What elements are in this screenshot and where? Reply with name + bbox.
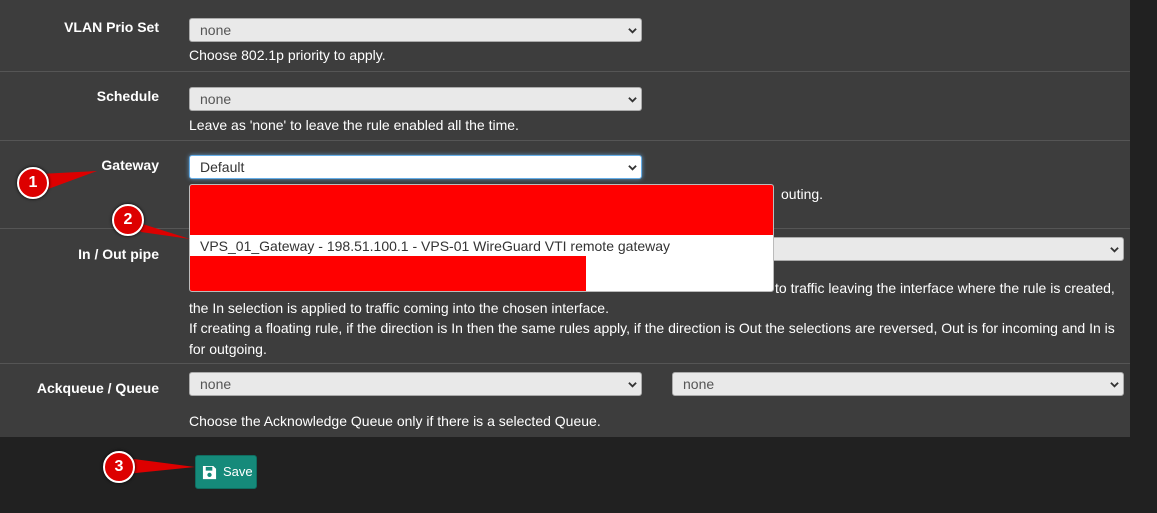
arrow-three: [126, 458, 195, 474]
callout-two: 2: [112, 204, 144, 236]
vlan-prio-row: VLAN Prio Set none Choose 802.1p priorit…: [0, 0, 1130, 72]
pipe-help-line4: for outgoing.: [189, 341, 267, 357]
vlan-prio-label: VLAN Prio Set: [64, 19, 159, 35]
floppy-disk-icon: [202, 465, 217, 480]
pipe-label: In / Out pipe: [78, 246, 159, 262]
ackqueue-value: none: [200, 376, 232, 392]
vlan-prio-help: Choose 802.1p priority to apply.: [189, 47, 386, 63]
schedule-select[interactable]: none: [189, 87, 642, 111]
save-button-label: Save: [223, 464, 253, 479]
chevron-down-icon: [628, 28, 637, 34]
schedule-value: none: [200, 91, 232, 107]
gateway-help: outing.: [781, 186, 824, 202]
ackqueue-help: Choose the Acknowledge Queue only if the…: [189, 413, 601, 429]
chevron-down-icon: [1110, 247, 1119, 253]
redacted-option[interactable]: [190, 256, 586, 291]
save-button[interactable]: Save: [195, 455, 257, 489]
schedule-help: Leave as 'none' to leave the rule enable…: [189, 117, 519, 133]
vlan-prio-value: none: [200, 22, 232, 38]
pipe-help-line3: If creating a floating rule, if the dire…: [189, 320, 1115, 336]
gateway-option-vps01[interactable]: VPS_01_Gateway - 198.51.100.1 - VPS-01 W…: [200, 238, 670, 254]
callout-one: 1: [17, 167, 49, 199]
pipe-help-line2: the In selection is applied to traffic c…: [189, 300, 609, 316]
ackqueue-select[interactable]: none: [189, 372, 642, 396]
chevron-down-icon: [628, 165, 637, 171]
gateway-label: Gateway: [101, 157, 159, 173]
ackqueue-row: Ackqueue / Queue none none Choose the Ac…: [0, 364, 1130, 437]
chevron-down-icon: [628, 97, 637, 103]
gateway-select[interactable]: Default: [189, 155, 642, 179]
queue-select[interactable]: none: [672, 372, 1124, 396]
gateway-dropdown-list: VPS_01_Gateway - 198.51.100.1 - VPS-01 W…: [189, 184, 774, 292]
gateway-value: Default: [200, 159, 245, 175]
callout-three: 3: [103, 451, 135, 483]
redacted-option[interactable]: [190, 185, 773, 235]
chevron-down-icon: [628, 382, 637, 388]
chevron-down-icon: [1110, 382, 1119, 388]
schedule-label: Schedule: [96, 88, 159, 104]
pipe-help-line1: to traffic leaving the interface where t…: [775, 280, 1115, 296]
schedule-row: Schedule none Leave as 'none' to leave t…: [0, 72, 1130, 141]
vlan-prio-select[interactable]: none: [189, 18, 642, 42]
queue-value: none: [683, 376, 715, 392]
ackqueue-label: Ackqueue / Queue: [36, 380, 159, 396]
